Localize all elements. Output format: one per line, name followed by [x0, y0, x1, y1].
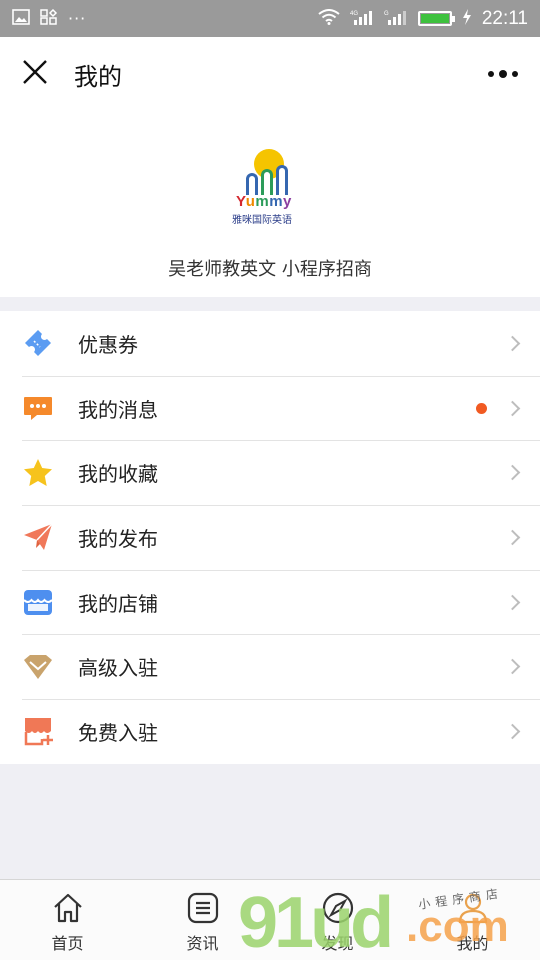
battery-icon	[417, 11, 455, 26]
menu-item-favorites[interactable]: 我的收藏	[0, 440, 540, 505]
status-bar: ··· 4G G 22:11	[0, 0, 540, 37]
chevron-right-icon	[504, 723, 521, 740]
tab-me[interactable]: 我的	[405, 880, 540, 960]
status-bar-left: ···	[12, 8, 87, 29]
status-bar-right: 4G G 22:11	[318, 8, 528, 30]
apps-icon	[40, 8, 58, 29]
menu-item-label: 高级入驻	[78, 656, 158, 681]
image-icon	[12, 8, 30, 29]
profile-name: 吴老师教英文 小程序招商	[168, 259, 372, 280]
close-icon[interactable]	[22, 57, 52, 91]
profile-header: Yummy 雅咪国际英语 吴老师教英文 小程序招商	[0, 111, 540, 297]
svg-text:G: G	[384, 11, 389, 17]
wifi-icon	[318, 8, 340, 29]
tab-bar: 首页 资讯 发现 我的	[0, 879, 540, 960]
ticket-icon	[22, 327, 54, 359]
battery-fill	[420, 14, 449, 23]
menu-list: 优惠券 我的消息 我的收藏 我的发布 我的店铺 高级入驻 免费入驻	[0, 311, 540, 764]
logo-subtitle: 雅咪国际英语	[232, 215, 292, 226]
unread-badge	[476, 402, 487, 414]
nav-bar: 我的	[0, 37, 540, 111]
menu-item-label: 我的收藏	[78, 462, 158, 487]
diamond-icon	[22, 651, 54, 683]
menu-item-label: 优惠券	[78, 332, 138, 357]
chevron-right-icon	[504, 335, 521, 352]
news-icon	[185, 890, 221, 926]
compass-icon	[320, 890, 356, 926]
menu-item-label: 我的发布	[78, 526, 158, 551]
tab-discover[interactable]: 发现	[270, 880, 405, 960]
tab-label: 我的	[456, 934, 489, 953]
chevron-right-icon	[504, 594, 521, 610]
tab-label: 发现	[321, 934, 354, 953]
menu-item-posts[interactable]: 我的发布	[0, 505, 540, 570]
tab-label: 首页	[51, 934, 84, 953]
more-options-icon[interactable]	[488, 69, 518, 78]
chevron-right-icon	[504, 529, 521, 546]
shop-icon	[22, 586, 54, 618]
menu-item-label: 我的消息	[78, 397, 158, 422]
menu-item-free-join[interactable]: 免费入驻	[0, 699, 540, 764]
tab-news[interactable]: 资讯	[135, 880, 270, 960]
home-icon	[50, 890, 86, 926]
signal-2-icon: G	[384, 9, 408, 29]
tab-label: 资讯	[186, 934, 219, 953]
chevron-right-icon	[504, 400, 521, 416]
brand-logo: Yummy 雅咪国际英语	[228, 147, 310, 229]
send-icon	[22, 521, 54, 553]
chevron-right-icon	[504, 464, 521, 481]
more-notifications: ···	[68, 9, 87, 28]
logo-text: Yummy	[236, 193, 292, 210]
menu-item-coupons[interactable]: 优惠券	[0, 311, 540, 376]
menu-item-premium-join[interactable]: 高级入驻	[0, 634, 540, 699]
status-time: 22:11	[481, 7, 528, 29]
menu-item-label: 我的店铺	[78, 591, 158, 616]
message-icon	[22, 392, 54, 424]
svg-text:4G: 4G	[350, 11, 358, 17]
user-icon	[455, 890, 491, 926]
charging-icon	[462, 8, 472, 29]
tab-home[interactable]: 首页	[0, 880, 135, 960]
menu-item-my-shop[interactable]: 我的店铺	[0, 569, 540, 635]
store-add-icon	[22, 715, 54, 747]
menu-item-label: 免费入驻	[78, 720, 158, 745]
menu-item-messages[interactable]: 我的消息	[0, 375, 540, 441]
chevron-right-icon	[504, 659, 521, 675]
star-icon	[22, 457, 54, 489]
page-title: 我的	[74, 62, 122, 91]
signal-icon: 4G	[350, 9, 374, 29]
